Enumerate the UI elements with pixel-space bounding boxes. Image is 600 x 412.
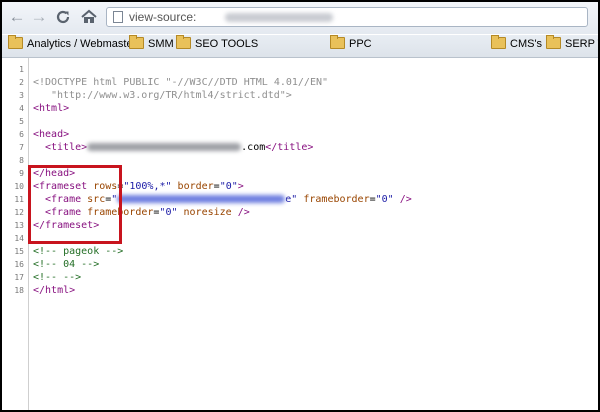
- source-line: 2 <!DOCTYPE html PUBLIC "-//W3C//DTD HTML…: [2, 76, 598, 89]
- page-source-view: 1 2 <!DOCTYPE html PUBLIC "-//W3C//DTD HT…: [2, 58, 598, 410]
- title-line: <title> .com</title>: [45, 141, 313, 154]
- comment-empty: <!-- -->: [33, 272, 82, 283]
- bookmark-label: SMM: [148, 38, 174, 51]
- tag-self-close: />: [399, 194, 412, 205]
- bookmark-label: CMS's: [510, 38, 543, 51]
- line-number: 18: [14, 286, 24, 295]
- line-number: 14: [14, 234, 24, 243]
- home-icon[interactable]: [80, 8, 98, 26]
- bookmark-folder-serp[interactable]: SERP Tur: [546, 35, 598, 54]
- value-rows: "100%,*": [123, 181, 172, 192]
- bookmark-folder-smm[interactable]: SMM: [129, 35, 174, 54]
- line-number: 10: [14, 182, 24, 191]
- address-bar[interactable]: view-source:: [106, 7, 588, 27]
- folder-icon: [129, 35, 144, 50]
- comment-04: <!-- 04 -->: [33, 259, 100, 270]
- folder-icon: [546, 35, 561, 50]
- line-number: 16: [14, 260, 24, 269]
- folder-icon: [491, 35, 506, 50]
- folder-icon: [330, 35, 345, 50]
- value-src-close: e": [285, 194, 298, 205]
- line-number: 8: [19, 156, 24, 165]
- line-number: 4: [19, 104, 24, 113]
- source-line: 17 <!-- -->: [2, 271, 598, 284]
- source-line: 1: [2, 63, 598, 76]
- browser-window: ← → view-source: Analytics / Webmaster S…: [2, 2, 598, 410]
- bookmark-folder-seo-tools[interactable]: SEO TOOLS: [176, 35, 259, 54]
- source-line: 16 <!-- 04 -->: [2, 258, 598, 271]
- line-number: 12: [14, 208, 24, 217]
- forward-arrow-icon[interactable]: →: [30, 8, 48, 26]
- folder-icon: [176, 35, 191, 50]
- attr-border: border: [177, 181, 214, 192]
- line-number: 3: [19, 91, 24, 100]
- source-line: 5: [2, 115, 598, 128]
- bookmark-folder-ppc[interactable]: PPC: [330, 35, 372, 54]
- bookmark-label: SEO TOOLS: [195, 38, 259, 51]
- source-line: 3 "http://www.w3.org/TR/html4/strict.dtd"…: [2, 89, 598, 102]
- line-number: 15: [14, 247, 24, 256]
- source-line: 7 <title> .com</title>: [2, 141, 598, 154]
- browser-toolbar: ← → view-source:: [2, 2, 598, 34]
- source-line: 18 </html>: [2, 284, 598, 297]
- blurred-domain: [225, 13, 333, 22]
- tag-self-close: />: [237, 207, 250, 218]
- url-text: view-source:: [129, 10, 197, 24]
- bookmark-folder-analytics[interactable]: Analytics / Webmaster: [8, 35, 137, 54]
- attr-noresize: noresize: [183, 207, 232, 218]
- line-number: 11: [14, 195, 24, 204]
- bookmark-label: PPC: [349, 38, 372, 51]
- attr-frameborder: frameborder: [303, 194, 370, 205]
- line-number: 6: [19, 130, 24, 139]
- highlight-box: [28, 165, 122, 244]
- value-frameborder: "0": [159, 207, 178, 218]
- source-line: 4 <html>: [2, 102, 598, 115]
- html-close-tag: </html>: [33, 285, 76, 296]
- value-border: "0": [219, 181, 238, 192]
- head-open-tag: <head>: [33, 129, 70, 140]
- title-open-tag: <title>: [45, 142, 88, 153]
- tag-close: >: [237, 181, 244, 192]
- doctype-text: <!DOCTYPE html PUBLIC "-//W3C//DTD HTML …: [33, 77, 329, 88]
- line-number: 1: [19, 65, 24, 74]
- title-close-tag: </title>: [265, 142, 314, 153]
- bookmark-label: Analytics / Webmaster: [27, 38, 137, 51]
- line-number: 5: [19, 117, 24, 126]
- line-number: 2: [19, 78, 24, 87]
- source-line: 15 <!-- pageok -->: [2, 245, 598, 258]
- html-open-tag: <html>: [33, 103, 70, 114]
- comment-pageok: <!-- pageok -->: [33, 246, 124, 257]
- bookmark-folder-cms[interactable]: CMS's: [491, 35, 543, 54]
- doctype-text: "http://www.w3.org/TR/html4/strict.dtd">: [51, 90, 292, 101]
- value-frameborder: "0": [375, 194, 394, 205]
- line-number: 17: [14, 273, 24, 282]
- bookmark-label: SERP Tur: [565, 38, 598, 51]
- bookmarks-bar: Analytics / Webmaster SMM SEO TOOLS PPC …: [2, 35, 598, 58]
- page-icon: [113, 11, 123, 23]
- line-number: 9: [19, 169, 24, 178]
- folder-icon: [8, 35, 23, 50]
- blurred-src-url: [117, 195, 286, 203]
- line-number: 7: [19, 143, 24, 152]
- line-number: 13: [14, 221, 24, 230]
- source-line: 6 <head>: [2, 128, 598, 141]
- title-text: .com: [241, 142, 266, 153]
- back-arrow-icon[interactable]: ←: [8, 8, 26, 26]
- reload-icon[interactable]: [54, 8, 72, 26]
- blurred-title: [87, 143, 242, 151]
